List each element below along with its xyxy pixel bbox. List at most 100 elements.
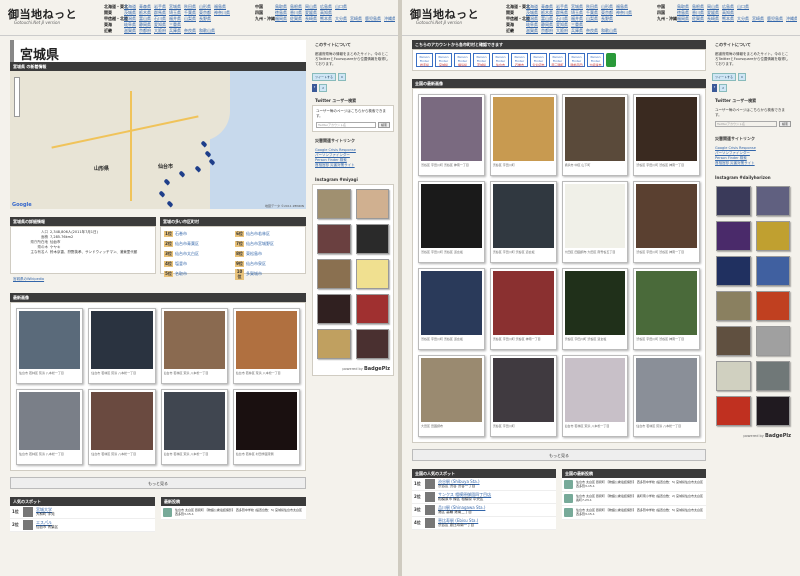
- prefecture-link[interactable]: 大分県: [737, 16, 749, 22]
- prefecture-link[interactable]: 佐賀県: [290, 16, 302, 22]
- prefecture-link[interactable]: 宮崎県: [752, 16, 764, 22]
- wiki-link[interactable]: 宮城県のWikipedia: [10, 274, 156, 285]
- photo-card[interactable]: 仙台市 若林区 荒浜 八本松一丁目: [561, 355, 629, 437]
- prefecture-link[interactable]: 和歌山県: [601, 28, 617, 34]
- prefecture-link[interactable]: 長崎県: [305, 16, 317, 22]
- photo-image[interactable]: [163, 392, 225, 450]
- photo-card[interactable]: 渋谷区 宇田川町 渋谷区 神南一丁目: [633, 268, 700, 350]
- post-avatar[interactable]: [163, 508, 172, 517]
- instagram-photo[interactable]: [716, 396, 751, 426]
- photo-image[interactable]: [421, 97, 482, 161]
- instagram-photo[interactable]: [716, 361, 751, 391]
- prefecture-link[interactable]: 山梨県: [184, 16, 196, 22]
- photo-image[interactable]: [421, 271, 482, 335]
- ranking-item[interactable]: 1位 石巻市: [164, 230, 231, 238]
- prefecture-link[interactable]: 沖縄県: [384, 16, 395, 22]
- prefecture-link[interactable]: 奈良県: [586, 28, 598, 34]
- prefecture-link[interactable]: 佐賀県: [692, 16, 704, 22]
- instagram-photo[interactable]: [716, 221, 751, 251]
- photo-card[interactable]: 仙台市 若林区 村田学園東側: [232, 389, 300, 465]
- ranking-item[interactable]: 8位 東松島市: [235, 250, 302, 258]
- photo-image[interactable]: [19, 311, 81, 369]
- twitter-search-input[interactable]: Twitterアカウント名: [316, 122, 376, 128]
- photo-card[interactable]: 仙台市 若林区 荒浜 八本松一丁目: [88, 308, 156, 384]
- ranking-item[interactable]: 4位 塩釜市: [164, 260, 231, 268]
- prefecture-link[interactable]: 長崎県: [707, 16, 719, 22]
- map-zoom-control[interactable]: [14, 77, 20, 117]
- prefecture-link[interactable]: 神奈川県: [214, 10, 230, 16]
- prefecture-link[interactable]: 兵庫県: [169, 28, 181, 34]
- photo-card[interactable]: 大田区 田園調布: [418, 355, 485, 437]
- photo-image[interactable]: [564, 358, 626, 422]
- instagram-photo[interactable]: [317, 329, 351, 359]
- instagram-photo[interactable]: [355, 329, 389, 359]
- photo-card[interactable]: 渋谷区 宇田川町: [489, 355, 557, 437]
- prefecture-link[interactable]: 京都府: [139, 28, 151, 34]
- spot-item[interactable]: 1位 宮城大学 大和町 学苑: [10, 506, 155, 519]
- rank-city[interactable]: 塩釜市: [175, 261, 187, 267]
- photo-image[interactable]: [636, 358, 697, 422]
- prefecture-link[interactable]: 鹿児島県: [365, 16, 381, 22]
- twitter-search-input[interactable]: Twitterアカウント名: [715, 121, 777, 127]
- instagram-photo[interactable]: [355, 224, 389, 254]
- photo-card[interactable]: 渋谷区 宇田川町 渋谷区 神南一丁目: [633, 181, 700, 263]
- prefecture-link[interactable]: 山口県: [335, 4, 347, 10]
- photo-image[interactable]: [492, 97, 554, 161]
- person-finder-button[interactable]: Person Finder 陸前高田: [568, 53, 585, 67]
- photo-image[interactable]: [564, 271, 626, 335]
- prefecture-link[interactable]: 奈良県: [184, 28, 196, 34]
- person-finder-button[interactable]: Person Finder 仙台市: [492, 53, 509, 67]
- photo-image[interactable]: [235, 392, 297, 450]
- prefecture-link[interactable]: 熊本県: [722, 16, 734, 22]
- post-avatar[interactable]: [564, 480, 573, 489]
- photo-card[interactable]: 渋谷区 宇田川町 渋谷区 道玄坂: [418, 181, 485, 263]
- photo-image[interactable]: [492, 184, 554, 248]
- spot-item[interactable]: 3位 品川駅 (Shinagawa Sta.) 港区 高輪 港南二丁目: [412, 504, 556, 517]
- spot-thumbnail[interactable]: [425, 492, 435, 502]
- instagram-photo[interactable]: [755, 361, 790, 391]
- photo-image[interactable]: [91, 392, 153, 450]
- photo-image[interactable]: [492, 271, 554, 335]
- instagram-photo[interactable]: [317, 294, 351, 324]
- post-avatar[interactable]: [564, 508, 573, 517]
- disaster-link[interactable]: 首相官邸 災害対策サイト: [315, 163, 391, 168]
- photo-card[interactable]: 大田区 田園調布 大田区 南雪谷五丁目: [561, 181, 629, 263]
- person-finder-button[interactable]: Person Finder 気仙沼市: [530, 53, 547, 67]
- photo-card[interactable]: 仙台市 若林区 荒浜 八本松一丁目: [16, 308, 84, 384]
- prefecture-link[interactable]: 大阪府: [154, 28, 166, 34]
- spot-item[interactable]: 4位 恵比寿駅 (Ebisu Sta.) 渋谷区 恵比寿南一丁目: [412, 517, 556, 530]
- rank-city[interactable]: 東松島市: [246, 251, 262, 257]
- person-finder-button[interactable]: Person Finder 宮城県: [435, 53, 452, 67]
- prefecture-link[interactable]: 京都府: [541, 28, 553, 34]
- spot-item[interactable]: 1位 渋谷駅 (Shibuya Sta.) 渋谷区 渋谷 渋谷一丁目: [412, 478, 556, 491]
- instagram-photo[interactable]: [716, 186, 751, 216]
- photo-image[interactable]: [421, 184, 482, 248]
- photo-image[interactable]: [91, 311, 153, 369]
- prefecture-link[interactable]: 滋賀県: [124, 28, 136, 34]
- prefecture-link[interactable]: 長野県: [199, 16, 211, 22]
- rank-city[interactable]: 仙台市太白区: [175, 251, 199, 257]
- like-button[interactable]: f: [712, 84, 718, 92]
- person-finder-button[interactable]: Person Finder 茨城県: [473, 53, 490, 67]
- ranking-item[interactable]: 7位 仙台市宮城野区: [235, 240, 302, 248]
- post-item[interactable]: 仙台市 太白区 昼間町 【物語公衆電話撮影】 西多賀中学校 (設置台数：5) 宮…: [562, 478, 706, 492]
- person-finder-button[interactable]: Person Finder 南三陸町: [549, 53, 566, 67]
- post-item[interactable]: 仙台市 太白区 昼間町 【物語公衆電話撮影】 長町南小学校 (設置台数：2) 宮…: [562, 492, 706, 506]
- photo-image[interactable]: [235, 311, 297, 369]
- photo-card[interactable]: 仙台市 若林区 荒浜 八本松一丁目: [160, 389, 228, 465]
- spot-item[interactable]: 2位 サンクス 相模原御園四丁目店 相模原市 緑区 相模原 中央区: [412, 491, 556, 504]
- photo-image[interactable]: [492, 358, 554, 422]
- badge-icon[interactable]: [606, 53, 616, 67]
- prefecture-link[interactable]: 長野県: [601, 16, 613, 22]
- photo-image[interactable]: [19, 392, 81, 450]
- photo-card[interactable]: 仙台市 若林区 荒浜 八本松一丁目: [16, 389, 84, 465]
- prefecture-link[interactable]: 山梨県: [586, 16, 598, 22]
- prefecture-link[interactable]: 福岡県: [677, 16, 689, 22]
- more-button[interactable]: もっと見る: [412, 449, 706, 461]
- prefecture-link[interactable]: 和歌山県: [199, 28, 215, 34]
- instagram-photo[interactable]: [716, 326, 751, 356]
- instagram-photo[interactable]: [355, 189, 389, 219]
- tweet-button[interactable]: ツイートする: [312, 73, 337, 81]
- photo-card[interactable]: 渋谷区 宇田川町 渋谷区 道玄坂: [418, 268, 485, 350]
- photo-card[interactable]: 仙台市 若林区 荒浜 八本松一丁目: [160, 308, 228, 384]
